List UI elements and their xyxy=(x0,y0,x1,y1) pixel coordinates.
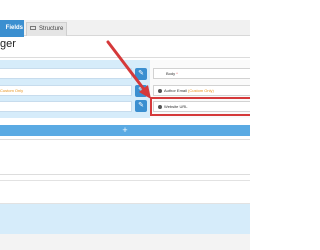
divider xyxy=(0,57,250,58)
highlight-box xyxy=(150,97,250,116)
layout-row[interactable] xyxy=(0,101,132,112)
add-row-button[interactable]: + xyxy=(0,125,250,136)
required-marker: * xyxy=(176,71,178,76)
pencil-icon: ✎ xyxy=(138,102,144,109)
layout-panel xyxy=(0,204,250,234)
grid-icon xyxy=(30,26,36,31)
plus-icon: + xyxy=(122,125,128,135)
edit-button[interactable]: ✎ xyxy=(135,100,147,112)
layout-row-text: Custom Only xyxy=(0,88,24,93)
footer-strip xyxy=(0,234,250,250)
tab-fields[interactable]: Fields xyxy=(0,20,24,37)
page-title: ger xyxy=(0,38,16,50)
edit-button[interactable]: ✎ xyxy=(135,68,147,80)
field-item-body[interactable]: Body * xyxy=(153,68,250,79)
tab-structure[interactable]: Structure xyxy=(26,22,67,36)
pencil-icon: ✎ xyxy=(138,70,144,77)
section-header xyxy=(0,180,250,204)
field-item-author-email[interactable]: Author Email (Custom Only) xyxy=(153,85,250,96)
layout-row[interactable] xyxy=(0,68,132,79)
custom-only-marker: (Custom Only) xyxy=(188,88,214,93)
field-label: Author Email xyxy=(164,88,187,93)
visibility-icon xyxy=(158,88,162,93)
layout-row[interactable]: Custom Only xyxy=(0,85,132,96)
tab-fields-label: Fields xyxy=(5,25,23,31)
field-label: Body xyxy=(166,71,176,76)
edit-button[interactable]: ✎ xyxy=(135,85,147,97)
tab-structure-label: Structure xyxy=(39,26,64,32)
pencil-icon: ✎ xyxy=(138,87,144,94)
divider xyxy=(0,139,250,140)
divider xyxy=(0,174,250,175)
